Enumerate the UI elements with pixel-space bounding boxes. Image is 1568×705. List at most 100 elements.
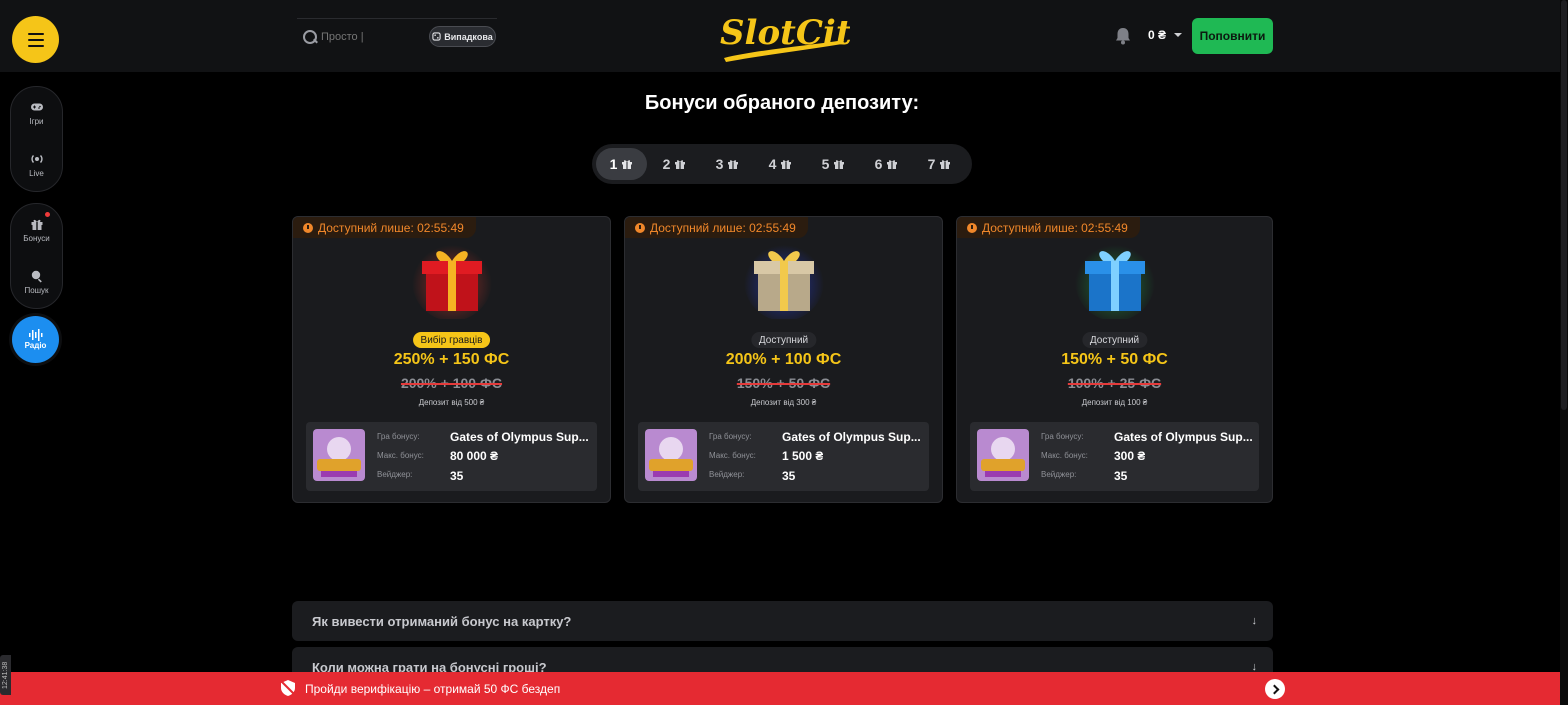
radio-button[interactable]: Радіо xyxy=(12,316,59,363)
time-indicator: 12:41:38 xyxy=(0,655,11,695)
verification-banner[interactable]: Пройди верифікацію – отримай 50 ФС безде… xyxy=(0,672,1564,705)
gold-gift-box-image xyxy=(743,241,824,319)
sidebar-item-live[interactable]: Live xyxy=(11,139,62,191)
wager-label: Вейджер: xyxy=(1041,470,1077,479)
gift-icon xyxy=(622,160,633,169)
gates-of-olympus-thumbnail[interactable] xyxy=(313,429,365,481)
bonus-game-details: Гра бонусу: Gates of Olympus Sup... Макс… xyxy=(970,422,1259,491)
slotcity-logo[interactable]: SlotCity xyxy=(716,6,850,64)
gift-icon xyxy=(728,160,739,169)
notification-dot xyxy=(45,212,50,217)
status-badge: Вибір гравців xyxy=(412,332,491,348)
bonus-card[interactable]: Доступний лише: 02:55:49 Вибір гравців 2… xyxy=(292,216,611,503)
gift-icon xyxy=(887,160,898,169)
tab-number: 1 xyxy=(609,156,618,172)
wager-label: Вейджер: xyxy=(377,470,413,479)
timer-text: Доступний лише: 02:55:49 xyxy=(318,220,464,235)
max-bonus-label: Макс. бонус: xyxy=(377,451,424,460)
gift-icon xyxy=(834,160,845,169)
bonus-offer: 250% + 150 ФС xyxy=(393,351,510,368)
banner-text: Пройди верифікацію – отримай 50 ФС безде… xyxy=(305,682,561,696)
timer-badge: Доступний лише: 02:55:49 xyxy=(625,217,808,238)
timer-badge: Доступний лише: 02:55:49 xyxy=(293,217,476,238)
balance-value: 0 ₴ xyxy=(1148,28,1167,42)
timer-badge: Доступний лише: 02:55:49 xyxy=(957,217,1140,238)
min-deposit: Депозит від 500 ₴ xyxy=(418,398,485,407)
old-bonus-offer: 100% + 25 ФС xyxy=(1067,375,1162,391)
chevron-down-icon xyxy=(1174,33,1183,37)
gift-icon xyxy=(675,160,686,169)
gift-icon xyxy=(781,160,792,169)
sidebar-item-bonuses[interactable]: Бонуси xyxy=(11,204,62,256)
balance-dropdown[interactable]: 0 ₴ xyxy=(1148,28,1183,42)
tab-deposit-1[interactable]: 1 xyxy=(596,148,647,180)
menu-button[interactable] xyxy=(12,16,59,63)
bonus-game-details: Гра бонусу: Gates of Olympus Sup... Макс… xyxy=(638,422,929,491)
menu-line xyxy=(27,32,44,35)
search-icon xyxy=(302,29,318,45)
random-game-button[interactable]: Випадкова xyxy=(429,26,496,47)
game-label: Гра бонусу: xyxy=(1041,432,1084,441)
tab-deposit-5[interactable]: 5 xyxy=(808,148,859,180)
game-name[interactable]: Gates of Olympus Sup... xyxy=(1114,430,1253,444)
random-game-label: Випадкова xyxy=(444,31,493,42)
scrollbar-thumb[interactable] xyxy=(1561,0,1567,410)
bonus-card[interactable]: Доступний лише: 02:55:49 Доступний 200% … xyxy=(624,216,943,503)
deposit-tabs: 1 2 3 4 5 6 7 xyxy=(592,144,972,184)
sidebar-label-games: Ігри xyxy=(29,117,44,126)
game-name[interactable]: Gates of Olympus Sup... xyxy=(450,430,589,444)
bonus-offer: 200% + 100 ФС xyxy=(725,351,842,368)
sound-wave-icon xyxy=(28,329,42,341)
min-deposit: Депозит від 300 ₴ xyxy=(750,398,817,407)
wager-value: 35 xyxy=(782,469,796,483)
gift-icon xyxy=(31,219,42,230)
max-bonus-value: 80 000 ₴ xyxy=(450,449,499,463)
tab-deposit-3[interactable]: 3 xyxy=(702,148,753,180)
game-label: Гра бонусу: xyxy=(377,432,420,441)
game-label: Гра бонусу: xyxy=(709,432,752,441)
sidebar-label-live: Live xyxy=(29,169,44,178)
clock-icon xyxy=(303,222,313,233)
tab-number: 6 xyxy=(874,156,883,172)
menu-line xyxy=(27,38,44,41)
clock-icon xyxy=(635,222,645,233)
tab-number: 5 xyxy=(821,156,830,172)
sidebar-item-search[interactable]: Пошук xyxy=(11,256,62,308)
max-bonus-value: 1 500 ₴ xyxy=(782,449,824,463)
search-icon xyxy=(31,270,42,283)
sidebar-group-extra: Бонуси Пошук xyxy=(10,203,63,309)
tab-number: 7 xyxy=(927,156,936,172)
bonus-game-details: Гра бонусу: Gates of Olympus Sup... Макс… xyxy=(306,422,597,491)
scrollbar[interactable] xyxy=(1560,0,1568,705)
radio-label: Радіо xyxy=(24,341,47,350)
sidebar-label-search: Пошук xyxy=(24,286,49,295)
tab-deposit-7[interactable]: 7 xyxy=(914,148,965,180)
max-bonus-label: Макс. бонус: xyxy=(1041,451,1088,460)
clock-icon xyxy=(967,222,977,233)
search-input[interactable] xyxy=(321,30,421,43)
gates-of-olympus-thumbnail[interactable] xyxy=(645,429,697,481)
notification-bell-icon[interactable] xyxy=(1113,26,1133,46)
sidebar-label-bonuses: Бонуси xyxy=(23,234,50,243)
blue-gift-box-image xyxy=(1074,241,1155,319)
deposit-button[interactable]: Поповнити xyxy=(1192,18,1273,54)
arrow-down-icon: ↓ xyxy=(1251,615,1258,627)
max-bonus-value: 300 ₴ xyxy=(1114,449,1146,463)
page-title: Бонуси обраного депозиту: xyxy=(644,92,920,114)
faq-item[interactable]: Як вивести отриманий бонус на картку? ↓ xyxy=(292,601,1273,641)
bonus-card[interactable]: Доступний лише: 02:55:49 Доступний 150% … xyxy=(956,216,1273,503)
red-gift-box-image xyxy=(411,241,492,319)
tab-number: 3 xyxy=(715,156,724,172)
tab-deposit-2[interactable]: 2 xyxy=(649,148,700,180)
top-header: Випадкова SlotCity 0 ₴ Поповнити xyxy=(0,0,1560,72)
chevron-right-icon[interactable] xyxy=(1265,679,1285,699)
gates-of-olympus-thumbnail[interactable] xyxy=(977,429,1029,481)
tab-deposit-6[interactable]: 6 xyxy=(861,148,912,180)
tab-deposit-4[interactable]: 4 xyxy=(755,148,806,180)
wager-label: Вейджер: xyxy=(709,470,745,479)
game-name[interactable]: Gates of Olympus Sup... xyxy=(782,430,921,444)
dice-icon xyxy=(432,32,441,41)
status-badge: Доступний xyxy=(1081,332,1148,348)
faq-question: Як вивести отриманий бонус на картку? xyxy=(312,613,572,629)
menu-line xyxy=(27,44,44,47)
